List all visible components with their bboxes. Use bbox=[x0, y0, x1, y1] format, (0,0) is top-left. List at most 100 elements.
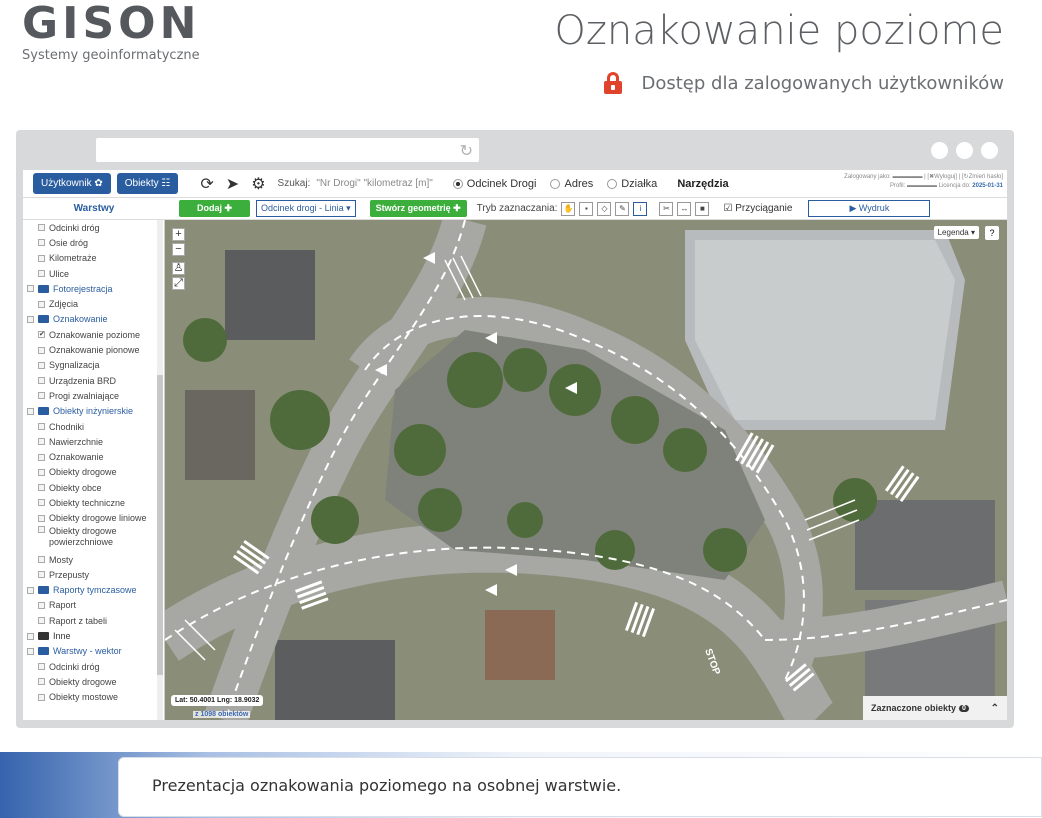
layer-item[interactable]: Nawierzchnie bbox=[23, 434, 164, 449]
layer-item[interactable]: Przepusty bbox=[23, 567, 164, 582]
layer-checkbox[interactable] bbox=[38, 693, 45, 701]
layer-item[interactable]: Obiekty drogowe liniowe bbox=[23, 511, 164, 526]
layer-checkbox[interactable] bbox=[38, 514, 45, 522]
layer-group[interactable]: Oznakowanie bbox=[23, 312, 164, 327]
layer-checkbox[interactable] bbox=[38, 663, 45, 671]
layer-item[interactable]: Oznakowanie bbox=[23, 449, 164, 464]
area-icon[interactable]: ■ bbox=[695, 201, 710, 216]
selected-objects-panel[interactable]: Zaznaczone obiekty 0 ⌃ bbox=[863, 696, 1007, 720]
map-canvas[interactable]: STOP bbox=[165, 220, 1007, 720]
info-icon[interactable]: i bbox=[633, 201, 648, 216]
layer-checkbox[interactable] bbox=[38, 239, 45, 247]
map-view[interactable]: STOP + − ♙ ⤢ Legenda ▾ ? Lat: 50.4001 Ln… bbox=[165, 220, 1007, 720]
refresh-icon[interactable]: ⟳ bbox=[200, 174, 213, 194]
layer-checkbox[interactable] bbox=[38, 346, 45, 354]
layer-checkbox[interactable] bbox=[38, 571, 45, 579]
layer-checkbox[interactable] bbox=[38, 499, 45, 507]
street-view-icon[interactable]: ♙ bbox=[172, 262, 185, 275]
layer-checkbox[interactable] bbox=[38, 438, 45, 446]
layer-checkbox[interactable] bbox=[27, 315, 34, 323]
layer-item[interactable]: Obiekty techniczne bbox=[23, 495, 164, 510]
layer-item[interactable]: Urządzenia BRD bbox=[23, 373, 164, 388]
layer-item[interactable]: Chodniki bbox=[23, 419, 164, 434]
layer-item[interactable]: Odcinki dróg bbox=[23, 659, 164, 674]
url-bar[interactable]: ↻ bbox=[96, 138, 479, 162]
layer-item[interactable]: Progi zwalniające bbox=[23, 388, 164, 403]
window-dot-icon[interactable] bbox=[956, 142, 973, 159]
layer-item[interactable]: Raport bbox=[23, 598, 164, 613]
window-dot-icon[interactable] bbox=[981, 142, 998, 159]
gear-icon[interactable]: ⚙ bbox=[251, 174, 265, 194]
sidebar-scrollbar[interactable] bbox=[157, 220, 163, 720]
layer-item[interactable]: Raport z tabeli bbox=[23, 613, 164, 628]
layer-item[interactable]: ✔ Oznakowanie poziome bbox=[23, 327, 164, 342]
layer-checkbox[interactable] bbox=[27, 632, 34, 640]
legend-button[interactable]: Legenda ▾ bbox=[933, 226, 979, 239]
layer-group[interactable]: Obiekty inżynierskie bbox=[23, 404, 164, 419]
layer-checkbox[interactable] bbox=[38, 361, 45, 369]
layer-checkbox[interactable] bbox=[38, 453, 45, 461]
fullscreen-icon[interactable]: ⤢ bbox=[172, 277, 185, 290]
layer-item[interactable]: Obiekty drogowe powierzchniowe bbox=[23, 525, 164, 552]
layer-item[interactable]: Oznakowanie pionowe bbox=[23, 342, 164, 357]
layer-item[interactable]: Zdjęcia bbox=[23, 296, 164, 311]
layer-checkbox[interactable] bbox=[38, 377, 45, 385]
layer-checkbox[interactable] bbox=[38, 468, 45, 476]
layer-item[interactable]: Obiekty drogowe bbox=[23, 465, 164, 480]
layer-checkbox[interactable] bbox=[38, 484, 45, 492]
layer-checkbox[interactable] bbox=[38, 556, 45, 564]
layer-group[interactable]: Inne bbox=[23, 628, 164, 643]
user-login-line[interactable]: Zalogowany jako: ▬▬▬▬▬ | [✖Wyloguj] | [↻… bbox=[844, 173, 1003, 182]
layer-item[interactable]: Osie dróg bbox=[23, 235, 164, 250]
layer-select[interactable]: Odcinek drogi - Linia ▾ bbox=[256, 200, 356, 217]
layer-item[interactable]: Kilometraże bbox=[23, 251, 164, 266]
layer-checkbox[interactable] bbox=[27, 647, 34, 655]
layer-checkbox[interactable] bbox=[38, 678, 45, 686]
window-dot-icon[interactable] bbox=[931, 142, 948, 159]
hand-icon[interactable]: ✋ bbox=[561, 201, 576, 216]
tools-menu[interactable]: Narzędzia bbox=[677, 178, 728, 190]
layer-item[interactable]: Sygnalizacja bbox=[23, 358, 164, 373]
layer-group[interactable]: Fotorejestracja bbox=[23, 281, 164, 296]
help-icon[interactable]: ? bbox=[985, 226, 999, 240]
layer-checkbox[interactable] bbox=[38, 254, 45, 262]
layer-checkbox[interactable] bbox=[38, 270, 45, 278]
scissors-icon[interactable]: ✂ bbox=[659, 201, 674, 216]
layer-group[interactable]: Raporty tymczasowe bbox=[23, 583, 164, 598]
layer-checkbox[interactable] bbox=[38, 224, 45, 232]
point-select-icon[interactable]: ▪ bbox=[579, 201, 594, 216]
layer-item[interactable]: Obiekty mostowe bbox=[23, 690, 164, 705]
user-button[interactable]: Użytkownik ✿ bbox=[33, 173, 111, 194]
zoom-out-button[interactable]: − bbox=[172, 243, 185, 256]
navigate-icon[interactable]: ➤ bbox=[226, 174, 239, 194]
layer-checkbox[interactable] bbox=[38, 423, 45, 430]
reload-icon[interactable]: ↻ bbox=[460, 141, 473, 161]
layer-item[interactable]: Odcinki dróg bbox=[23, 220, 164, 235]
radio-address[interactable]: Adres bbox=[550, 178, 593, 190]
print-button[interactable]: ▶ Wydruk bbox=[808, 200, 931, 217]
layer-checkbox[interactable] bbox=[38, 300, 45, 308]
objects-button[interactable]: Obiekty ☷ bbox=[116, 173, 179, 194]
layer-checkbox[interactable] bbox=[38, 617, 45, 625]
edit-icon[interactable]: ✎ bbox=[615, 201, 630, 216]
layer-checkbox[interactable] bbox=[38, 392, 45, 400]
layer-checkbox[interactable] bbox=[27, 407, 34, 415]
layer-checkbox[interactable] bbox=[27, 285, 34, 293]
snap-toggle[interactable]: ☑ Przyciąganie bbox=[723, 203, 792, 214]
layer-checkbox[interactable] bbox=[27, 586, 34, 594]
layer-checkbox[interactable] bbox=[38, 601, 45, 609]
layer-checkbox[interactable]: ✔ bbox=[38, 331, 45, 339]
layer-checkbox[interactable] bbox=[38, 525, 45, 533]
create-geometry-button[interactable]: Stwórz geometrię ✚ bbox=[369, 200, 467, 217]
polygon-select-icon[interactable]: ◇ bbox=[597, 201, 612, 216]
layer-item[interactable]: Ulice bbox=[23, 266, 164, 281]
measure-icon[interactable]: ↔ bbox=[677, 201, 692, 216]
layer-item[interactable]: Obiekty obce bbox=[23, 480, 164, 495]
radio-parcel[interactable]: Działka bbox=[607, 178, 657, 190]
zoom-in-button[interactable]: + bbox=[172, 228, 185, 241]
radio-road-segment[interactable]: Odcinek Drogi bbox=[452, 178, 536, 190]
add-button[interactable]: Dodaj ✚ bbox=[179, 200, 251, 217]
chevron-up-icon[interactable]: ⌃ bbox=[991, 703, 999, 714]
layer-item[interactable]: Obiekty drogowe bbox=[23, 674, 164, 689]
layer-group[interactable]: Warstwy - wektor bbox=[23, 644, 164, 659]
